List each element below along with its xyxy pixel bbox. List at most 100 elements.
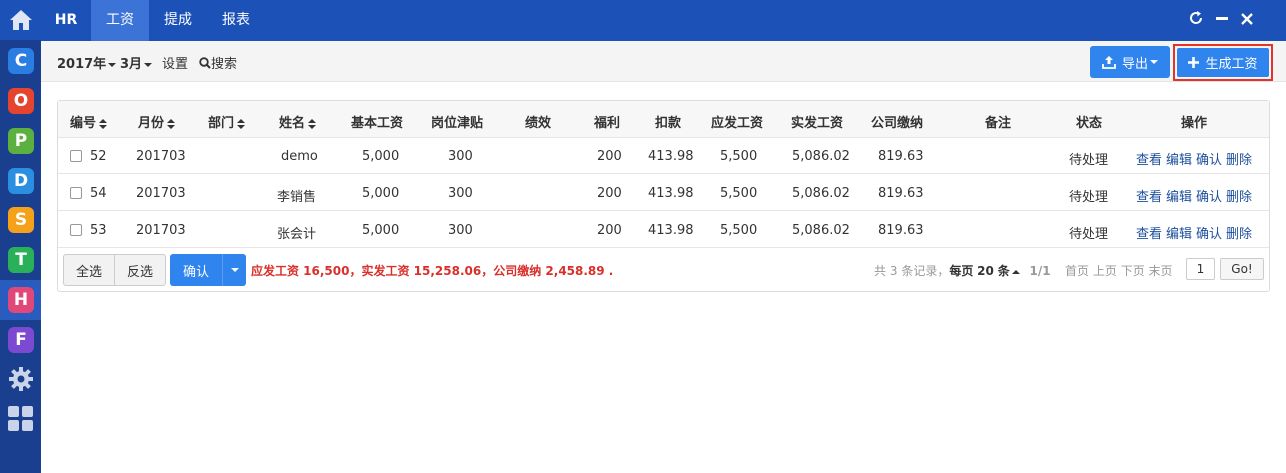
col-header-dept[interactable]: 部门 [208,112,246,131]
nav-tab-report[interactable]: 报表 [207,0,265,41]
sort-icon [99,118,108,129]
cell-status: 待处理 [1069,153,1109,168]
app-icon-h[interactable]: H [8,287,34,313]
delete-link[interactable]: 删除 [1226,153,1252,168]
nav-tab-salary[interactable]: 工资 [91,0,149,41]
app-icon-d[interactable]: D [8,168,34,194]
col-header-remark: 备注 [985,116,1012,131]
page-number-input[interactable]: 1 [1186,258,1215,280]
per-page-value[interactable]: 20 [977,264,994,278]
view-link[interactable]: 查看 [1136,190,1162,205]
table-row: 52 201703 demo 5,000 300 200 413.98 5,50… [58,138,1269,174]
edit-link[interactable]: 编辑 [1166,190,1192,205]
month-dropdown[interactable]: 3月 [120,53,153,72]
col-header-gross: 应发工资 [711,116,764,131]
view-link[interactable]: 查看 [1136,153,1162,168]
batch-confirm-dropdown[interactable] [222,254,246,286]
search-label: 搜索 [211,57,238,72]
refresh-button[interactable] [1187,11,1205,29]
month-label: 3月 [120,57,143,72]
cell-allowance: 300 [448,223,473,238]
close-icon [1241,13,1253,25]
cell-month: 201703 [136,223,186,238]
year-dropdown[interactable]: 2017年 [57,53,117,72]
view-link[interactable]: 查看 [1136,227,1162,242]
col-header-actions: 操作 [1181,116,1208,131]
plus-icon [1188,57,1200,68]
app-icon-t[interactable]: T [8,247,34,273]
nav-hr[interactable]: HR [41,0,91,41]
pager-links: 首页 上页 下页 末页 [1065,262,1173,279]
record-count: 3 [889,264,898,278]
app-icon-s[interactable]: S [8,207,34,233]
cell-net: 5,086.02 [792,186,850,201]
cell-id: 53 [90,223,107,238]
cell-net: 5,086.02 [792,149,850,164]
confirm-link[interactable]: 确认 [1196,153,1222,168]
table-row: 53 201703 张会计 5,000 300 200 413.98 5,500… [58,212,1269,248]
edit-link[interactable]: 编辑 [1166,227,1192,242]
cell-deduction: 413.98 [648,223,694,238]
invert-selection-button[interactable]: 反选 [114,254,166,286]
chevron-up-icon[interactable] [1011,269,1020,274]
cell-month: 201703 [136,149,186,164]
settings-gear-button[interactable] [8,366,34,392]
app-icon-o[interactable]: O [8,88,34,114]
confirm-link[interactable]: 确认 [1196,227,1222,242]
settings-link[interactable]: 设置 [162,53,188,72]
generate-salary-highlight: 生成工资 [1173,44,1273,81]
chevron-down-icon [108,62,117,67]
batch-confirm-button[interactable]: 确认 [170,254,222,286]
last-page-link[interactable]: 末页 [1149,264,1173,278]
col-header-perf: 绩效 [525,116,552,131]
col-header-net: 实发工资 [791,116,844,131]
cell-gross: 5,500 [720,149,758,164]
sort-icon [167,118,176,129]
grid-icon-cell [8,420,19,431]
table-header: 编号 月份 部门 姓名 基本工资 岗位津贴 绩效 福利 扣款 应发工资 实发工资… [58,101,1269,138]
table-row: 54 201703 李销售 5,000 300 200 413.98 5,500… [58,175,1269,211]
app-icon-c[interactable]: C [8,48,34,74]
cell-allowance: 300 [448,186,473,201]
app-icon-f[interactable]: F [8,327,34,353]
row-checkbox[interactable] [70,150,82,162]
close-button[interactable] [1238,11,1256,29]
edit-link[interactable]: 编辑 [1166,153,1192,168]
col-header-id[interactable]: 编号 [70,112,108,131]
export-button[interactable]: 导出 [1090,46,1170,78]
year-label: 2017年 [57,57,107,72]
app-grid-button[interactable] [8,406,34,432]
cell-welfare: 200 [597,186,622,201]
cell-allowance: 300 [448,149,473,164]
delete-link[interactable]: 删除 [1226,190,1252,205]
salary-table-panel: 编号 月份 部门 姓名 基本工资 岗位津贴 绩效 福利 扣款 应发工资 实发工资… [57,100,1270,292]
minimize-button[interactable] [1213,11,1231,29]
grid-icon-cell [22,420,33,431]
nav-tab-commission[interactable]: 提成 [149,0,207,41]
home-button[interactable] [0,0,41,40]
select-all-button[interactable]: 全选 [63,254,115,286]
cell-base: 5,000 [362,149,400,164]
generate-salary-button[interactable]: 生成工资 [1177,48,1269,77]
grid-icon [8,406,19,417]
row-checkbox[interactable] [70,187,82,199]
col-header-month[interactable]: 月份 [138,112,176,131]
col-header-company: 公司缴纳 [871,116,924,131]
col-header-name[interactable]: 姓名 [279,112,317,131]
col-header-status: 状态 [1076,116,1103,131]
cell-name: 李销售 [277,190,317,205]
app-icon-p[interactable]: P [8,128,34,154]
col-header-welfare: 福利 [594,116,621,131]
confirm-link[interactable]: 确认 [1196,190,1222,205]
cell-name: 张会计 [277,227,317,242]
pager-info: 共 3 条记录，每页 20 条 1/1 [874,262,1051,279]
prev-page-link[interactable]: 上页 [1093,264,1117,278]
first-page-link[interactable]: 首页 [1065,264,1089,278]
cell-welfare: 200 [597,223,622,238]
col-header-allowance: 岗位津贴 [431,116,484,131]
go-button[interactable]: Go! [1220,258,1264,280]
next-page-link[interactable]: 下页 [1121,264,1145,278]
row-checkbox[interactable] [70,224,82,236]
search-link[interactable]: 搜索 [199,53,237,72]
delete-link[interactable]: 删除 [1226,227,1252,242]
